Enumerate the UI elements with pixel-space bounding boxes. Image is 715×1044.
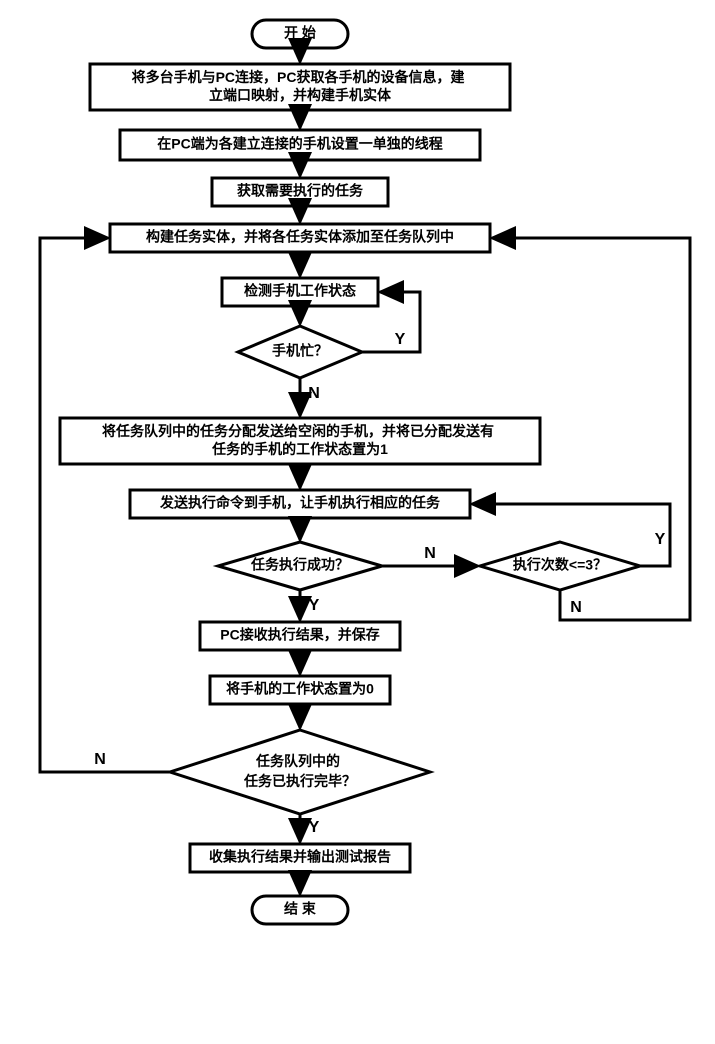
process-s8-text: PC接收执行结果，并保存 xyxy=(220,627,379,643)
terminator-start-text: 开 始 xyxy=(284,25,316,41)
terminator-end-text: 结 束 xyxy=(284,901,317,917)
process-s2-text: 在PC端为各建立连接的手机设置一单独的线程 xyxy=(157,136,442,152)
edge-label-n1: N xyxy=(308,385,320,402)
edge-label-y2: Y xyxy=(309,597,320,614)
process-s3-text: 获取需要执行的任务 xyxy=(237,183,364,199)
edge-label-y1: Y xyxy=(395,331,406,348)
decision-d1-text: 手机忙？ xyxy=(272,343,328,359)
process-s4-text: 构建任务实体，并将各任务实体添加至任务队列中 xyxy=(146,229,454,245)
process-s9-text: 将手机的工作状态置为0 xyxy=(226,681,374,697)
edge-label-y4: Y xyxy=(309,819,320,836)
edge-label-y3: Y xyxy=(655,531,666,548)
decision-d3-text: 执行次数<=3？ xyxy=(513,557,607,573)
process-s10-text: 收集执行结果并输出测试报告 xyxy=(209,849,391,865)
edge-label-n3: N xyxy=(570,599,582,616)
edge-label-n2: N xyxy=(424,545,436,562)
process-s5-text: 检测手机工作状态 xyxy=(244,283,356,299)
edge-label-n4: N xyxy=(94,751,106,768)
decision-d2-text: 任务执行成功？ xyxy=(250,557,349,573)
process-s7-text: 发送执行命令到手机，让手机执行相应的任务 xyxy=(159,495,441,511)
flowchart-diagram: 开 始 将多台手机与PC连接，PC获取各手机的设备信息，建 立端口映射，并构建手… xyxy=(0,0,715,1044)
